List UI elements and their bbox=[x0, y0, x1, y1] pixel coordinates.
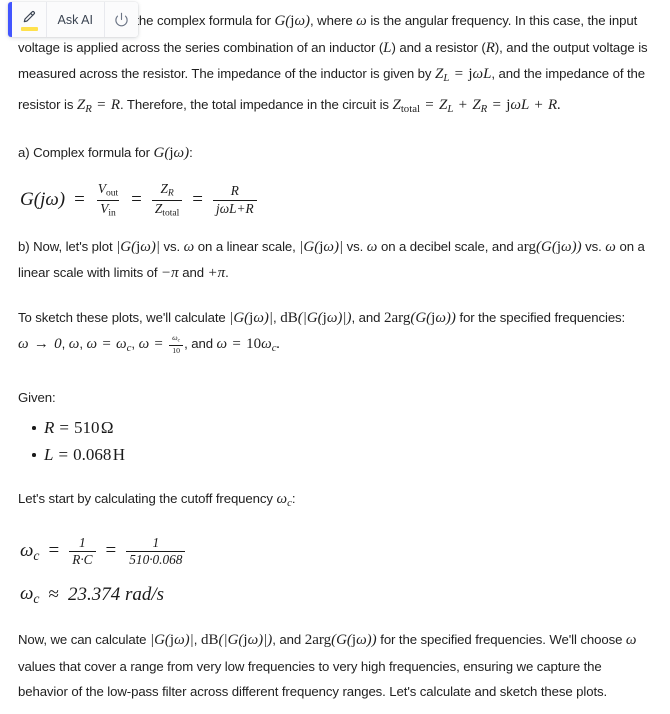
section-a-heading-prefix: a) Complex formula for bbox=[18, 145, 150, 161]
omega-c-inline: ωc bbox=[276, 491, 292, 510]
sketch-paragraph: To sketch these plots, we'll calculate |… bbox=[18, 309, 626, 355]
g-jw-inline: G(jω) bbox=[274, 13, 311, 29]
zr-ztotal-fraction: ZR Ztotal bbox=[151, 181, 183, 219]
transfer-function-equation: G(jω) = Vout Vin = ZR Ztotal = R jωL+R bbox=[18, 176, 652, 225]
cutoff-intro-suffix: : bbox=[291, 491, 296, 507]
closing-paragraph: Now, we can calculate |G(jω)|, dB(|G(jω)… bbox=[18, 632, 637, 700]
power-button[interactable] bbox=[103, 2, 138, 37]
resistor-symbol: R bbox=[485, 39, 495, 56]
zr-equation: ZR = R bbox=[76, 96, 120, 115]
given-1-unit: H bbox=[112, 445, 126, 465]
given-0-symbol: R bbox=[44, 418, 55, 438]
section-b-paragraph: b) Now, let's plot |G(jω)| vs. ω on a li… bbox=[18, 238, 645, 282]
abs-g-4: |G(jω)| bbox=[149, 632, 194, 649]
given-list: R = 510 Ω L = 0.068 H bbox=[18, 414, 652, 468]
freq-omega: ω bbox=[68, 336, 80, 353]
abs-g-3: |G(jω)| bbox=[229, 309, 274, 326]
abs-g-2: |G(jω)| bbox=[299, 238, 344, 255]
abs-g-1: |G(jω)| bbox=[116, 238, 160, 255]
cutoff-result-equation: ωc ≈ 23.374 rad/s bbox=[20, 583, 165, 607]
intro-after-g: , where bbox=[310, 13, 353, 28]
highlight-button[interactable] bbox=[11, 2, 46, 37]
highlight-color-swatch bbox=[20, 26, 38, 31]
db-abs-g: dB(|G(jω)|) bbox=[280, 309, 352, 326]
one-over-numeric-fraction: 1 510·0.068 bbox=[126, 534, 186, 568]
highlighter-pen-icon bbox=[21, 9, 37, 25]
answer-article: lem, let's first derive the complex form… bbox=[0, 0, 670, 714]
two-arg-g-2: 2arg(G(jω)) bbox=[304, 632, 377, 649]
cutoff-numeric-numerator: 1 bbox=[152, 534, 160, 550]
section-a-heading-math: G(jω) bbox=[153, 145, 190, 162]
section-a-heading-suffix: : bbox=[189, 145, 193, 161]
freq-omega-c-over-10: ω = ωc 10 bbox=[139, 334, 185, 355]
vout-vin-fraction: Vout Vin bbox=[97, 180, 119, 219]
power-icon bbox=[114, 12, 129, 27]
given-label: Given: bbox=[18, 389, 56, 405]
freq-limit-0: ω → 0 bbox=[18, 336, 62, 353]
freq-omega-c: ω = ωc bbox=[86, 336, 132, 355]
list-item-inductance: L = 0.068 H bbox=[32, 441, 652, 468]
zl-equation: ZL = jωL bbox=[434, 66, 492, 85]
approx-sign: ≈ bbox=[48, 584, 59, 606]
cutoff-intro: Let's start by calculating the cutoff fr… bbox=[18, 486, 652, 517]
inductor-symbol: L bbox=[383, 39, 392, 56]
given-0-value: 510 bbox=[73, 418, 100, 438]
omega-b3: ω bbox=[605, 238, 616, 255]
arg-g: arg(G(jω)) bbox=[517, 238, 582, 255]
given-1-value: 0.068 bbox=[73, 445, 112, 465]
cutoff-result-value: 23.374 rad/s bbox=[67, 584, 165, 606]
section-a-heading: a) Complex formula for G(jω): bbox=[18, 140, 652, 167]
db-abs-g-2: dB(|G(jω)|) bbox=[200, 632, 273, 649]
neg-pi: −π bbox=[161, 265, 179, 282]
ask-ai-toolbar[interactable]: Ask AI bbox=[8, 2, 138, 37]
freq-10-omega-c: ω = 10ωc. bbox=[216, 336, 281, 355]
list-item-resistance: R = 510 Ω bbox=[32, 414, 652, 441]
two-arg-g: 2arg(G(jω)) bbox=[383, 309, 456, 326]
r-over-jwl-plus-r-fraction: R jωL+R bbox=[213, 183, 257, 216]
ask-ai-label: Ask AI bbox=[57, 12, 93, 27]
cutoff-symbolic-numerator: 1 bbox=[79, 534, 86, 550]
omega-b2: ω bbox=[366, 238, 378, 255]
omega-b1: ω bbox=[183, 238, 195, 255]
pos-pi: +π bbox=[207, 265, 226, 282]
omega-closing: ω bbox=[625, 632, 637, 649]
omega-inline: ω bbox=[356, 13, 367, 29]
ask-ai-button[interactable]: Ask AI bbox=[45, 2, 104, 37]
cutoff-intro-prefix: Let's start by calculating the cutoff fr… bbox=[18, 491, 273, 507]
cutoff-symbolic-denominator: R·C bbox=[69, 550, 96, 567]
ztotal-equation: Ztotal = ZL + ZR = jωL + R. bbox=[392, 96, 561, 115]
one-over-rc-fraction: 1 R·C bbox=[69, 534, 96, 568]
cutoff-numeric-denominator: 510·0.068 bbox=[126, 550, 186, 567]
cutoff-frequency-equation: ωc = 1 R·C = 1 510·0.068 bbox=[18, 530, 652, 574]
given-0-unit: Ω bbox=[100, 418, 114, 438]
